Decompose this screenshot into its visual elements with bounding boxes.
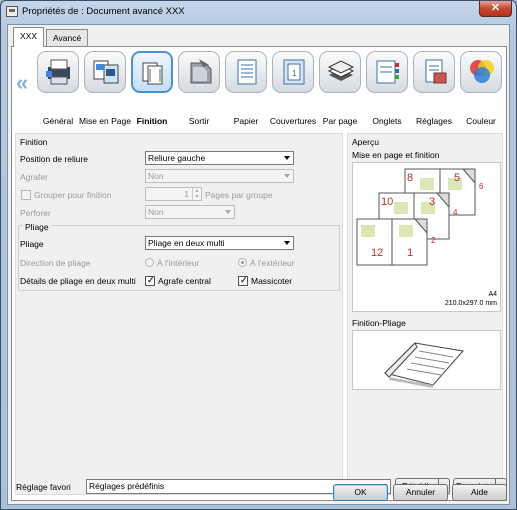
tool-par-page[interactable]: Par page <box>317 50 363 126</box>
tool-label: Couleur <box>466 116 496 126</box>
group-finishing-label: Grouper pour finition <box>34 190 112 200</box>
fold-inside-label: À l'intérieur <box>157 258 200 268</box>
tabs-icon <box>366 51 408 93</box>
staple-value: Non <box>148 171 164 181</box>
fold-label: Pliage <box>20 239 44 249</box>
scroll-left-icon[interactable]: « <box>16 72 28 94</box>
page-number: 3 <box>429 196 435 208</box>
chevron-down-icon <box>284 174 290 178</box>
page-number: 1 <box>407 247 413 259</box>
dialog-client-area: XXX Avancé « » Général Mise en Page <box>7 24 510 505</box>
svg-text:1: 1 <box>292 69 297 78</box>
preview-pane: Aperçu Mise en page et finition 8 5 6 10… <box>347 133 503 495</box>
layout-icon <box>84 51 126 93</box>
tool-couleur[interactable]: Couleur <box>458 50 504 126</box>
fold-outside-radio[interactable] <box>238 258 247 267</box>
trim-label: Massicoter <box>251 276 293 286</box>
multi-fold-details-label: Détails de pliage en deux multi <box>20 276 136 286</box>
stack-icon <box>319 51 361 93</box>
staple-select[interactable]: Non <box>145 169 294 183</box>
tool-papier[interactable]: Papier <box>223 50 269 126</box>
cover-icon: 1 <box>272 51 314 93</box>
color-icon <box>460 51 502 93</box>
folding-group-title: Pliage <box>23 222 51 232</box>
tool-onglets[interactable]: Onglets <box>364 50 410 126</box>
finishing-icon <box>131 51 173 93</box>
fold-inside-radio[interactable] <box>145 258 154 267</box>
printer-settings-icon <box>37 51 79 93</box>
binding-position-select[interactable]: Reliure gauche <box>145 151 294 165</box>
group-finishing-checkbox[interactable] <box>21 190 31 200</box>
feature-toolbar: « » Général Mise en Page <box>12 47 506 129</box>
punch-select[interactable]: Non <box>145 205 235 219</box>
staple-label: Agrafer <box>20 172 48 182</box>
fold-outside-label: À l'extérieur <box>250 258 295 268</box>
trim-checkbox[interactable] <box>238 275 248 286</box>
fold-value: Pliage en deux multi <box>148 238 225 248</box>
tool-couvertures[interactable]: 1 Couvertures <box>270 50 316 126</box>
center-staple-checkbox[interactable] <box>145 275 155 286</box>
favorite-value: Réglages prédéfinis <box>89 481 165 491</box>
fold-preview-label: Finition-Pliage <box>352 318 406 328</box>
paper-dimensions-label: 210.0x297.0 mm <box>444 300 497 307</box>
tab-panel: « » Général Mise en Page <box>11 46 507 501</box>
layout-preview-label: Mise en page et finition <box>352 150 440 160</box>
printer-app-icon <box>6 6 18 17</box>
close-icon: ✕ <box>490 2 501 14</box>
booklet-set-front <box>356 218 428 266</box>
paper-icon <box>225 51 267 93</box>
punch-value: Non <box>148 207 164 217</box>
chevron-down-icon <box>284 156 290 160</box>
page-number: 2 <box>431 236 436 245</box>
center-staple-label: Agrafe central <box>158 276 211 286</box>
fold-preview <box>352 330 501 390</box>
page-number: 5 <box>454 172 460 184</box>
tool-mise-en-page[interactable]: Mise en Page <box>79 50 131 126</box>
ok-button[interactable]: OK <box>333 484 388 501</box>
spin-down-icon[interactable]: ▼ <box>192 194 201 200</box>
close-button[interactable]: ✕ <box>479 1 512 17</box>
settings-icon <box>413 51 455 93</box>
tool-reglages[interactable]: Réglages <box>411 50 457 126</box>
binding-position-value: Reliure gauche <box>148 153 206 163</box>
help-button[interactable]: Aide <box>452 484 507 501</box>
tool-sortir[interactable]: Sortir <box>176 50 222 126</box>
page-number: 4 <box>453 208 458 217</box>
window-title: Propriétés de : Document avancé XXX <box>22 6 185 17</box>
preview-group-title: Aperçu <box>352 137 379 147</box>
favorite-label: Réglage favori <box>16 482 71 492</box>
title-bar[interactable]: Propriétés de : Document avancé XXX ✕ <box>1 1 516 23</box>
finition-group-title: Finition <box>20 137 48 147</box>
page-number: 8 <box>407 172 413 184</box>
pages-per-group-value: 1 <box>184 189 189 199</box>
tab-avance[interactable]: Avancé <box>46 29 89 46</box>
pages-per-group-label: Pages par groupe <box>205 190 273 200</box>
fold-direction-label: Direction de pliage <box>20 258 91 268</box>
page-number: 6 <box>479 182 484 191</box>
paper-size-label: A4 <box>488 291 497 298</box>
page-number: 10 <box>381 196 393 208</box>
cancel-button[interactable]: Annuler <box>393 484 448 501</box>
pages-per-group-spinner[interactable]: 1 ▲ ▼ <box>145 187 202 201</box>
fold-select[interactable]: Pliage en deux multi <box>145 236 294 250</box>
layout-preview: 8 5 6 10 3 4 12 1 2 A4 210.0x297.0 mm <box>352 162 501 312</box>
tool-finition[interactable]: Finition <box>129 50 175 126</box>
booklet-preview-image: 8 5 6 10 3 4 12 1 2 <box>356 168 484 266</box>
chevron-down-icon <box>225 210 231 214</box>
output-tray-icon <box>178 51 220 93</box>
chevron-down-icon <box>284 241 290 245</box>
binding-position-label: Position de reliure <box>20 154 89 164</box>
punch-label: Perforer <box>20 208 51 218</box>
page-number: 12 <box>371 247 383 259</box>
tool-general[interactable]: Général <box>35 50 81 126</box>
dialog-window: Propriétés de : Document avancé XXX ✕ XX… <box>0 0 517 510</box>
folded-booklet-icon <box>384 342 464 388</box>
tab-xxx[interactable]: XXX <box>13 27 45 47</box>
finishing-settings-pane: Finition Position de reliure Reliure gau… <box>15 133 343 495</box>
